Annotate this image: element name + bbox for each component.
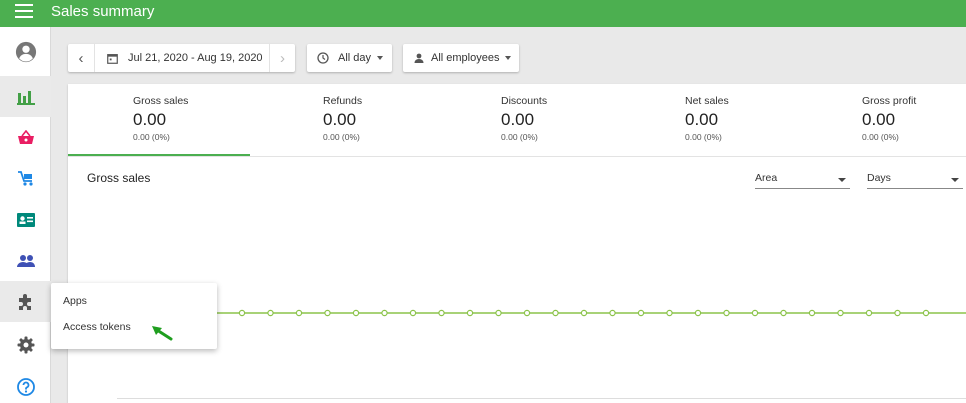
chart-type-value: Area: [755, 172, 778, 184]
stat-change: 0.00 (0%): [501, 132, 538, 142]
prev-period-button[interactable]: ‹: [68, 44, 95, 72]
stat-change: 0.00 (0%): [133, 132, 170, 142]
chart-point: [808, 309, 816, 317]
stat-label: Discounts: [501, 95, 548, 107]
chart-point: [922, 309, 930, 317]
stat-label: Refunds: [323, 95, 363, 107]
next-period-button[interactable]: ›: [269, 44, 295, 72]
sidebar-item-reports[interactable]: [0, 76, 51, 117]
sidebar-item-inventory[interactable]: [0, 158, 51, 199]
chart-point: [837, 309, 844, 317]
stat-discounts[interactable]: Discounts 0.00 0.00 (0%): [501, 95, 547, 142]
stat-value: 0.00: [323, 110, 357, 129]
chart-point: [466, 309, 474, 317]
chevron-right-icon: ›: [280, 49, 285, 67]
help-icon: [16, 377, 35, 396]
chart-point: [751, 309, 759, 317]
bar-chart-icon: [16, 90, 35, 105]
chart-point: [523, 309, 531, 317]
integrations-submenu: Apps Access tokens: [51, 283, 217, 349]
stat-value: 0.00: [862, 110, 896, 129]
pointer-arrow-icon: [152, 326, 173, 341]
sidebar-item-integrations[interactable]: [0, 281, 51, 322]
puzzle-icon: [18, 293, 31, 310]
chart-point: [409, 309, 417, 317]
chart-point: [723, 309, 730, 317]
person-icon: [414, 53, 424, 63]
divider: [68, 156, 966, 157]
sidebar-item-items[interactable]: [0, 117, 51, 158]
chart-point: [865, 309, 873, 317]
chart-title: Gross sales: [87, 171, 151, 185]
chart-type-select[interactable]: Area: [755, 171, 850, 189]
chart-point: [295, 309, 303, 317]
cart-icon: [17, 170, 33, 186]
menu-item-apps[interactable]: Apps: [63, 295, 87, 307]
employee-filter-label: All employees: [431, 52, 500, 64]
calendar-icon: [107, 53, 118, 64]
x-axis: [117, 398, 966, 399]
chevron-left-icon: ‹: [78, 49, 84, 67]
stat-change: 0.00 (0%): [323, 132, 360, 142]
chart-point: [438, 309, 445, 317]
chart-point: [780, 309, 787, 317]
chart-point: [238, 309, 246, 317]
top-app-bar: Sales summary: [0, 0, 966, 27]
time-filter-dropdown[interactable]: All day: [307, 44, 392, 72]
chart-period-value: Days: [867, 172, 891, 184]
clock-icon: [317, 52, 329, 64]
sidebar-item-employees[interactable]: [0, 240, 51, 281]
stat-value: 0.00: [501, 110, 535, 129]
stat-label: Gross sales: [133, 95, 189, 107]
stat-value: 0.00: [685, 110, 719, 129]
report-card: Gross sales 0.00 0.00 (0%) Refunds 0.00 …: [68, 84, 966, 403]
menu-icon[interactable]: [15, 4, 33, 18]
gear-icon: [17, 336, 34, 353]
chart-period-select[interactable]: Days: [867, 171, 963, 189]
chart-point: [580, 309, 588, 317]
time-filter-label: All day: [338, 52, 372, 64]
chart-point: [324, 309, 331, 317]
account-circle-icon: [15, 41, 36, 62]
caret-down-icon: [505, 56, 512, 60]
sidebar-item-customers[interactable]: [0, 199, 51, 240]
chart-point: [495, 309, 502, 317]
caret-down-icon: [838, 178, 846, 182]
chart-point: [666, 309, 673, 317]
stat-change: 0.00 (0%): [685, 132, 722, 142]
stat-gross-sales[interactable]: Gross sales 0.00 0.00 (0%): [133, 95, 188, 142]
stat-value: 0.00: [133, 110, 167, 129]
people-icon: [16, 254, 35, 267]
sidebar-item-account[interactable]: [0, 31, 51, 72]
chart-point: [352, 309, 360, 317]
chart-point: [609, 309, 616, 317]
sidebar-item-help[interactable]: [0, 366, 51, 403]
caret-down-icon: [377, 56, 384, 60]
stat-change: 0.00 (0%): [862, 132, 899, 142]
id-card-icon: [16, 212, 35, 227]
date-range-label: Jul 21, 2020 - Aug 19, 2020: [128, 52, 263, 64]
date-range-picker: ‹ Jul 21, 2020 - Aug 19, 2020 ›: [68, 44, 295, 72]
chart-point: [694, 309, 702, 317]
sidebar: [0, 27, 51, 403]
chart-point: [267, 309, 274, 317]
chart-point: [637, 309, 645, 317]
caret-down-icon: [951, 178, 959, 182]
stat-label: Net sales: [685, 95, 729, 107]
employee-filter-dropdown[interactable]: All employees: [403, 44, 519, 72]
chart-point: [552, 309, 559, 317]
chart-point: [381, 309, 388, 317]
date-range-button[interactable]: Jul 21, 2020 - Aug 19, 2020: [95, 44, 269, 72]
stat-gross-profit[interactable]: Gross profit 0.00 0.00 (0%): [862, 95, 916, 142]
stat-label: Gross profit: [862, 95, 917, 107]
stat-refunds[interactable]: Refunds 0.00 0.00 (0%): [323, 95, 362, 142]
stat-net-sales[interactable]: Net sales 0.00 0.00 (0%): [685, 95, 729, 142]
menu-item-access-tokens[interactable]: Access tokens: [63, 321, 131, 333]
sidebar-item-settings[interactable]: [0, 324, 51, 365]
chart-point: [894, 309, 901, 317]
page-title: Sales summary: [51, 3, 155, 20]
basket-icon: [17, 129, 34, 144]
